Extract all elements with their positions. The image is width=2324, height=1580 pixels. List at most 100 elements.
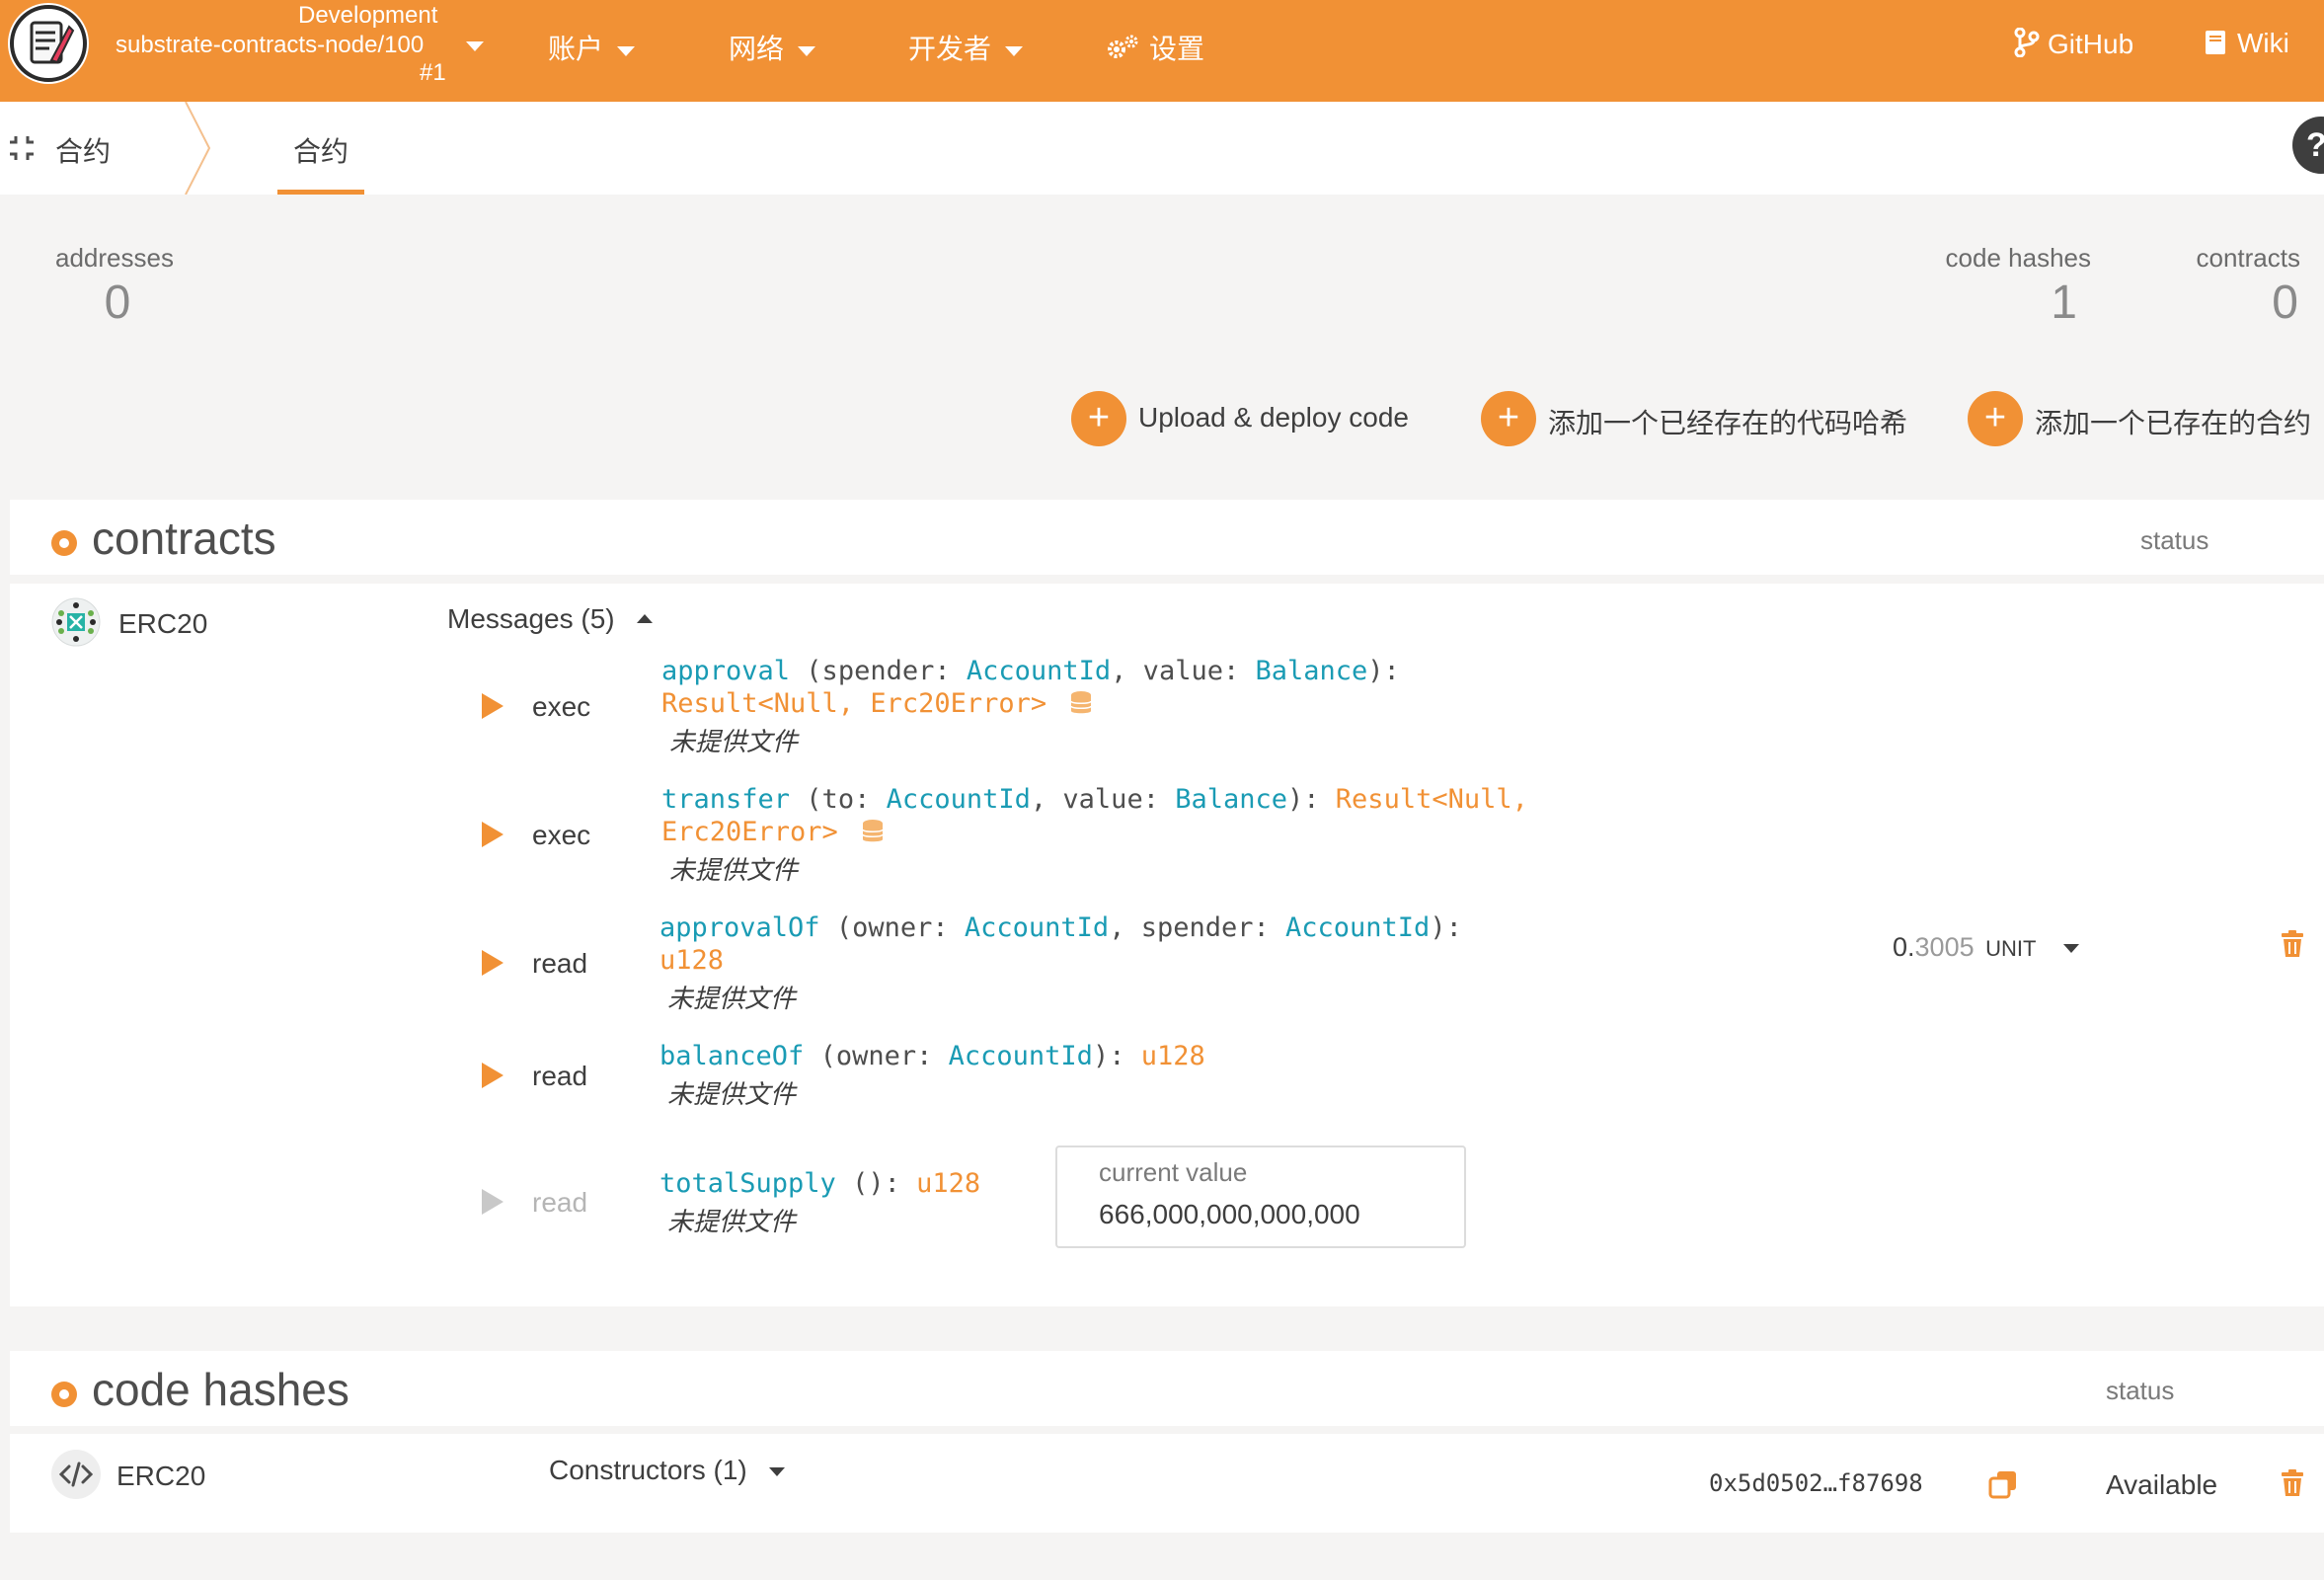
message-return: Erc20Error>: [661, 816, 884, 848]
chevron-up-icon: [636, 614, 653, 623]
code-hash-value: 0x5d0502…f87698: [1709, 1469, 1923, 1497]
chevron-down-icon: [617, 45, 636, 56]
stat-value: 0: [104, 276, 131, 329]
code-hashes-status-header: status: [2106, 1376, 2175, 1405]
nav-settings[interactable]: 设置: [1106, 28, 1204, 67]
stat-value: 1: [2051, 276, 2077, 329]
chevron-down-icon: [466, 41, 484, 51]
upload-deploy-label: Upload & deploy code: [1138, 402, 1409, 433]
tab-contracts[interactable]: 合约: [293, 130, 349, 170]
stat-label: contracts: [2196, 243, 2301, 273]
trash-icon[interactable]: [2281, 1469, 2304, 1497]
contract-identity[interactable]: ERC20: [51, 597, 249, 647]
tab-section-title: 合约: [55, 136, 112, 167]
message-doc: 未提供文件: [669, 727, 799, 756]
nav-developer[interactable]: 开发者: [908, 28, 1024, 67]
chevron-down-icon: [798, 45, 816, 56]
message-doc: 未提供文件: [667, 1079, 797, 1109]
nav-github[interactable]: GitHub: [2014, 27, 2133, 60]
gears-icon: [1108, 35, 1138, 58]
chevron-down-icon: [1005, 45, 1024, 56]
code-hashes-header: [10, 1351, 2324, 1426]
message-type: exec: [532, 820, 591, 850]
message-exec-button[interactable]: exec: [482, 691, 600, 722]
play-icon: [482, 1189, 504, 1215]
message-signature: approval (spender: AccountId, value: Bal…: [661, 656, 1400, 686]
messages-toggle[interactable]: Messages (5): [447, 603, 653, 635]
stat-addresses: addresses 0: [55, 243, 180, 330]
message-signature: totalSupply (): u128: [659, 1168, 981, 1199]
plus-icon: +: [1968, 391, 2023, 446]
contracts-header: [10, 500, 2324, 575]
nav-accounts[interactable]: 账户: [548, 28, 636, 67]
contract-identicon-icon: [51, 597, 101, 647]
message-read-button[interactable]: read: [482, 1061, 600, 1091]
add-contract-label: 添加一个已存在的合约: [2035, 408, 2312, 438]
code-icon: [51, 1450, 101, 1499]
message-signature: transfer (to: AccountId, value: Balance)…: [661, 784, 1528, 815]
copy-icon[interactable]: [1988, 1469, 2018, 1499]
message-read-button[interactable]: read: [482, 1187, 600, 1218]
message-exec-button[interactable]: exec: [482, 820, 600, 850]
message-type: read: [532, 1187, 588, 1218]
tab-bar: [0, 102, 2324, 195]
app-logo[interactable]: [8, 3, 89, 84]
chain-node: substrate-contracts-node/100: [116, 32, 425, 58]
play-icon: [482, 950, 504, 976]
upload-deploy-button[interactable]: + Upload & deploy code: [1071, 391, 1436, 446]
nav-wiki[interactable]: Wiki: [2204, 28, 2289, 59]
message-signature: approvalOf (owner: AccountId, spender: A…: [659, 912, 1462, 943]
play-icon: [482, 822, 504, 847]
contracts-status-header: status: [2140, 525, 2209, 555]
message-type: read: [532, 1061, 588, 1091]
add-code-hash-label: 添加一个已经存在的代码哈希: [1548, 408, 1908, 438]
play-icon: [482, 693, 504, 719]
contracts-title: contracts: [92, 513, 276, 564]
stat-value: 0: [2272, 276, 2298, 329]
code-brackets-icon: [58, 1462, 94, 1487]
code-hashes-title: code hashes: [92, 1364, 349, 1415]
code-branch-icon: [2014, 27, 2040, 58]
message-return: u128: [659, 945, 725, 976]
stat-label: code hashes: [1945, 243, 2091, 273]
trash-icon[interactable]: [2281, 930, 2304, 958]
code-hash-status: Available: [2106, 1469, 2218, 1500]
chevron-down-icon: [768, 1467, 785, 1477]
constructors-toggle[interactable]: Constructors (1): [549, 1455, 785, 1486]
current-value-box: current value 666,000,000,000,000: [1055, 1146, 1466, 1248]
plus-icon: +: [1481, 391, 1536, 446]
polkadot-js-logo-icon: [10, 5, 87, 82]
add-contract-button[interactable]: + 添加一个已存在的合约: [1968, 391, 2323, 446]
current-value-label: current value: [1099, 1157, 1248, 1187]
contract-balance[interactable]: 0.3005 UNIT: [1893, 932, 2079, 963]
contract-name: ERC20: [118, 608, 208, 639]
stat-code-hashes: code hashes 1: [1933, 243, 2091, 330]
message-signature: balanceOf (owner: AccountId): u128: [659, 1041, 1205, 1071]
compress-icon[interactable]: [8, 134, 36, 162]
stat-label: addresses: [55, 243, 174, 273]
section-dot-icon: [51, 1382, 77, 1407]
add-code-hash-button[interactable]: + 添加一个已经存在的代码哈希: [1481, 391, 1915, 446]
active-tab-indicator: [277, 190, 364, 195]
code-hash-name: ERC20: [116, 1461, 206, 1491]
help-icon: ?: [2306, 126, 2324, 164]
stat-contracts: contracts 0: [2174, 243, 2301, 330]
chain-block: #1: [420, 59, 446, 86]
message-doc: 未提供文件: [667, 984, 797, 1013]
message-read-button[interactable]: read: [482, 948, 600, 979]
message-type: exec: [532, 691, 591, 722]
database-icon: [1070, 691, 1093, 714]
chain-name: Development: [298, 2, 438, 29]
code-hash-identity[interactable]: ERC20: [51, 1450, 249, 1499]
book-icon: [2206, 31, 2225, 54]
message-doc: 未提供文件: [667, 1207, 797, 1236]
plus-icon: +: [1071, 391, 1126, 446]
play-icon: [482, 1063, 504, 1088]
chain-selector[interactable]: Development substrate-contracts-node/100…: [111, 0, 505, 89]
nav-network[interactable]: 网络: [729, 28, 816, 67]
message-doc: 未提供文件: [669, 855, 799, 885]
code-hash-row: [10, 1434, 2324, 1533]
section-dot-icon: [51, 530, 77, 556]
chevron-down-icon: [2062, 944, 2079, 954]
database-icon: [862, 820, 884, 842]
